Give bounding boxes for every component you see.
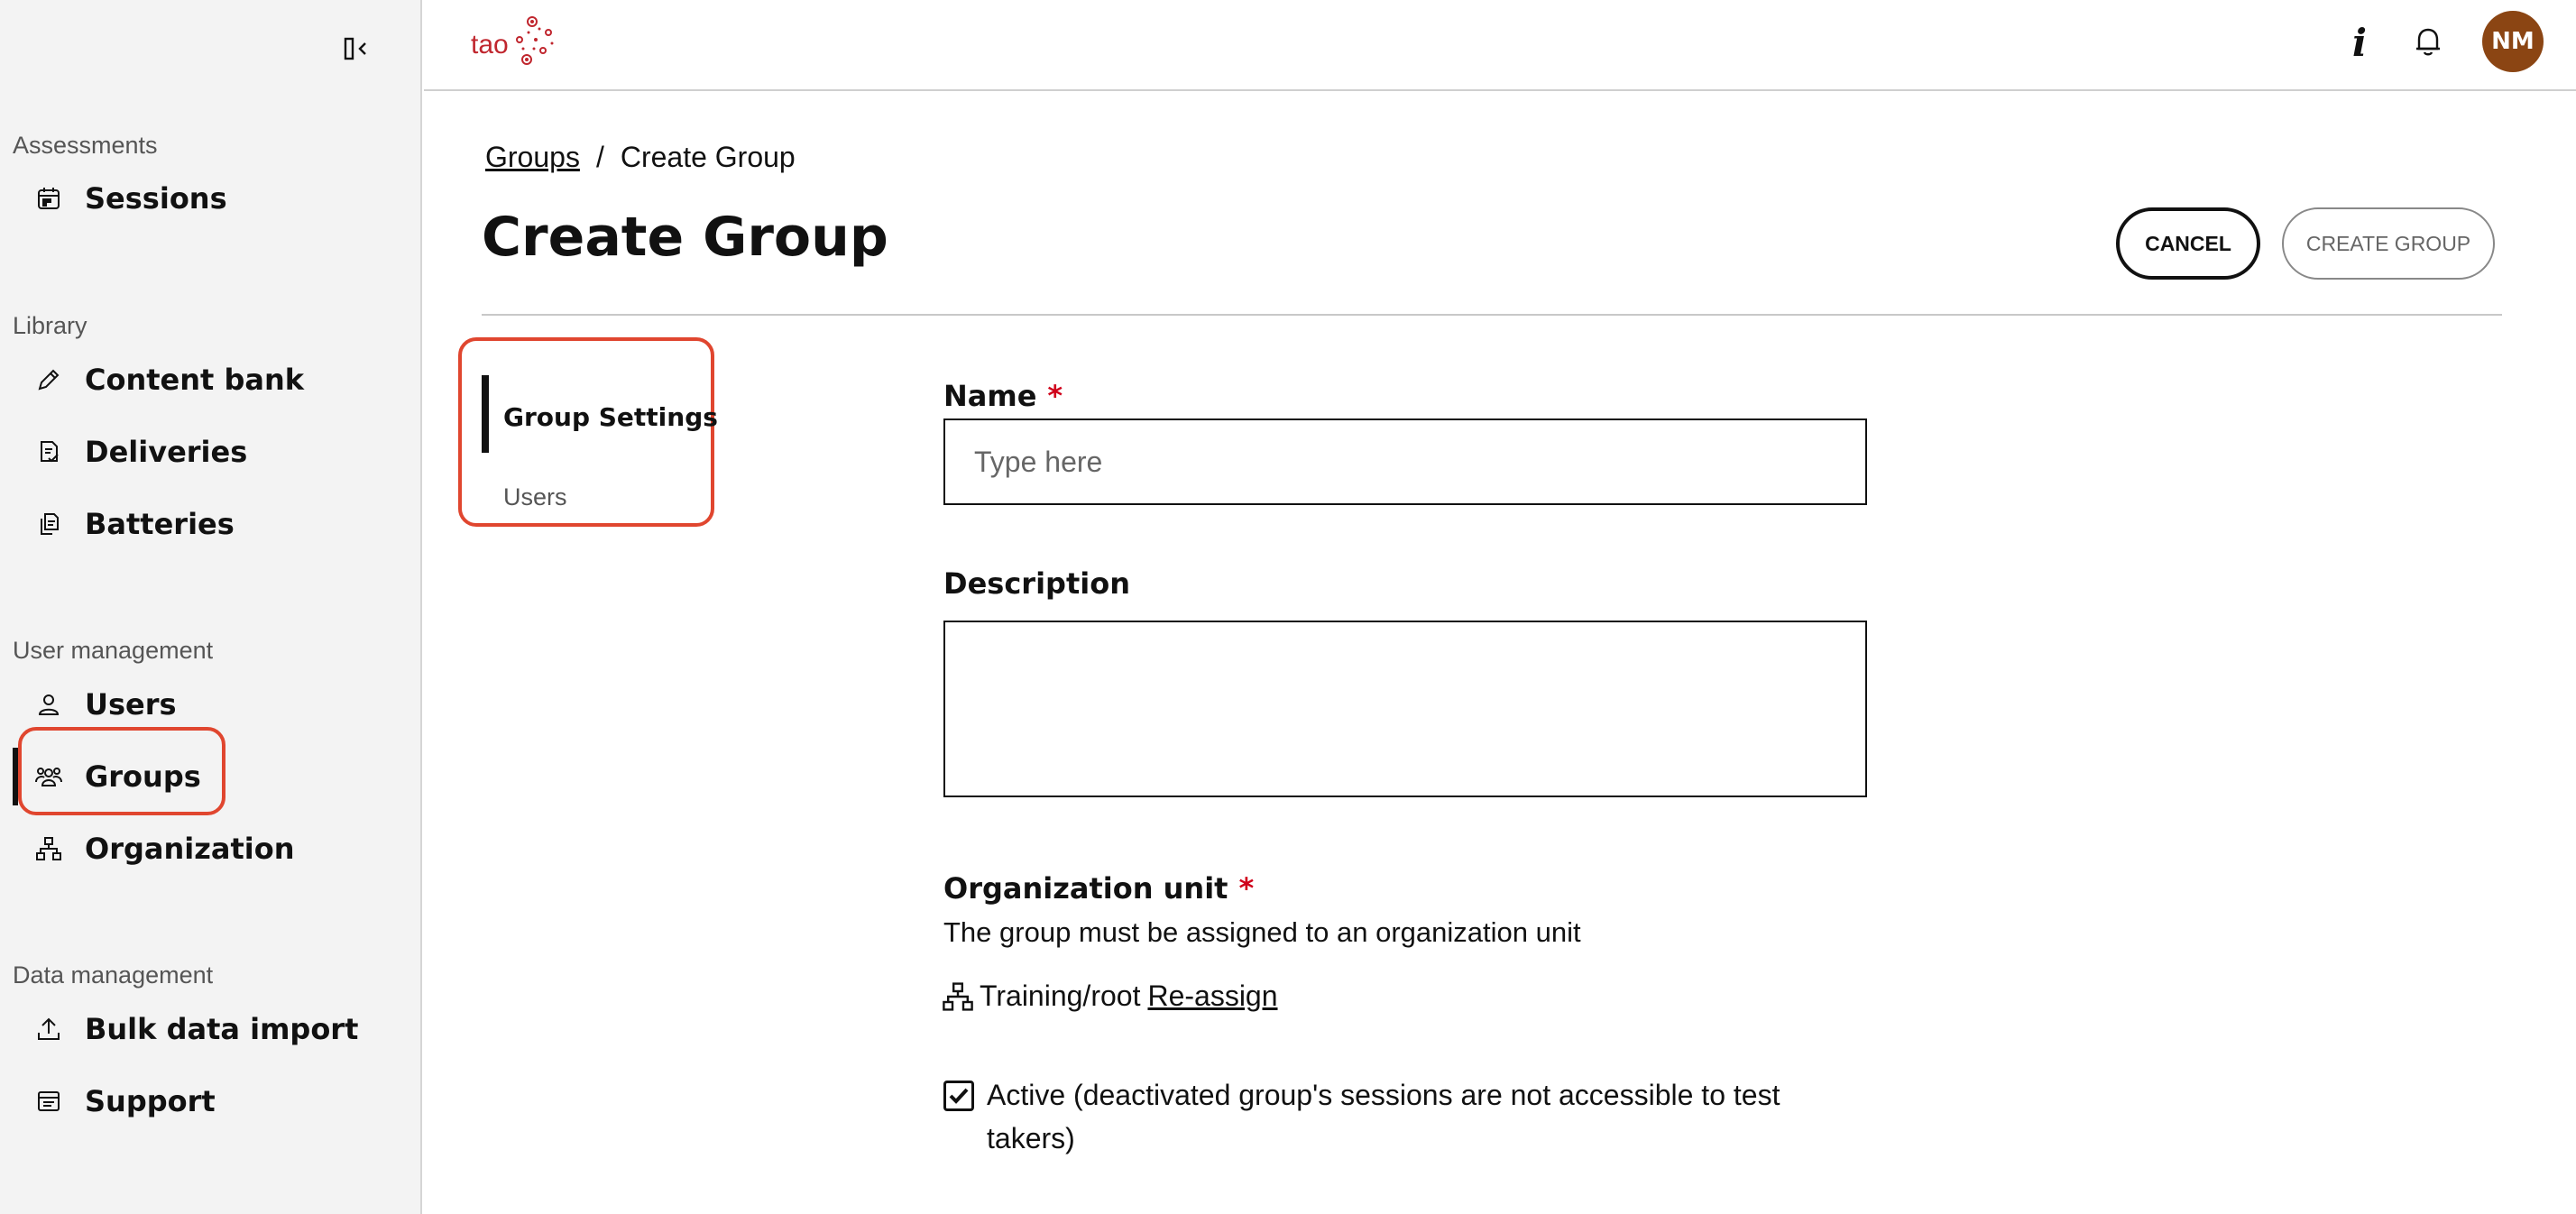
sidebar-item-label: Deliveries (85, 435, 248, 469)
breadcrumb-current: Create Group (620, 141, 796, 173)
sidebar-item-bulk-data-import[interactable]: Bulk data import (13, 1000, 409, 1058)
active-checkbox-label: Active (deactivated group's sessions are… (987, 1079, 1780, 1154)
highlight-groups (18, 727, 225, 815)
sidebar-item-deliveries[interactable]: Deliveries (13, 423, 409, 481)
description-input[interactable] (943, 621, 1867, 797)
sidebar-item-label: Sessions (85, 181, 227, 216)
sidebar-item-label: Content bank (85, 363, 305, 397)
name-input[interactable] (943, 418, 1867, 505)
breadcrumb: Groups / Create Group (485, 141, 796, 174)
avatar[interactable]: NM (2482, 11, 2544, 72)
cancel-button[interactable]: CANCEL (2116, 207, 2260, 280)
tao-logo[interactable]: tao (471, 13, 561, 69)
bell-icon[interactable] (2410, 23, 2446, 60)
name-label: Name * (943, 379, 1063, 413)
sidebar-item-sessions[interactable]: Sessions (13, 170, 409, 227)
support-icon (32, 1085, 65, 1117)
document-check-icon (32, 436, 65, 468)
sidebar-item-content-bank[interactable]: Content bank (13, 351, 409, 409)
upload-icon (32, 1013, 65, 1045)
description-label: Description (943, 566, 1130, 601)
hierarchy-icon (32, 832, 65, 865)
documents-icon (32, 508, 65, 540)
pencil-icon (32, 363, 65, 396)
collapse-sidebar-icon[interactable] (341, 34, 373, 63)
page-title: Create Group (482, 206, 888, 269)
sidebar-item-label: Batteries (85, 507, 235, 541)
info-icon[interactable]: i (2341, 20, 2378, 65)
tab-users[interactable]: Users (503, 483, 567, 511)
organization-value: Training/root (980, 979, 1141, 1012)
tab-group-settings[interactable]: Group Settings (503, 402, 718, 432)
check-icon (949, 1088, 969, 1104)
active-checkbox-row: Active (deactivated group's sessions are… (943, 1079, 1799, 1160)
create-group-button[interactable]: CREATE GROUP (2282, 207, 2495, 280)
organization-unit-label: Organization unit * (943, 871, 1254, 906)
reassign-link[interactable]: Re-assign (1147, 979, 1277, 1013)
name-label-text: Name (943, 379, 1037, 413)
sidebar-item-label: Users (85, 687, 177, 722)
section-label-user-management: User management (13, 637, 214, 664)
sidebar-item-label: Support (85, 1084, 216, 1118)
organization-value-row: Training/root Re-assign (942, 979, 1278, 1013)
sidebar-item-organization[interactable]: Organization (13, 820, 409, 878)
section-label-library: Library (13, 312, 87, 339)
calendar-icon (32, 182, 65, 215)
sidebar-item-label: Organization (85, 832, 295, 866)
breadcrumb-groups-link[interactable]: Groups (485, 141, 580, 174)
org-label-text: Organization unit (943, 871, 1228, 906)
sidebar-item-users[interactable]: Users (13, 676, 409, 733)
section-label-assessments: Assessments (13, 132, 158, 159)
required-mark: * (1238, 871, 1255, 906)
sidebar-item-batteries[interactable]: Batteries (13, 495, 409, 553)
active-checkbox[interactable] (943, 1081, 974, 1111)
highlight-subtabs (458, 337, 714, 527)
hierarchy-icon (942, 980, 974, 1013)
top-bar: tao i NM (424, 0, 2576, 91)
header-divider (482, 314, 2502, 316)
breadcrumb-separator: / (595, 141, 604, 173)
subtab-active-indicator (482, 375, 489, 453)
sidebar: Assessments Sessions Library Content ban… (0, 0, 422, 1214)
required-mark: * (1047, 379, 1063, 413)
sidebar-item-support[interactable]: Support (13, 1072, 409, 1130)
section-label-data-management: Data management (13, 961, 214, 989)
user-icon (32, 688, 65, 721)
logo-text: tao (471, 30, 509, 60)
sidebar-item-label: Bulk data import (85, 1012, 359, 1046)
organization-help-text: The group must be assigned to an organiz… (943, 916, 1581, 948)
